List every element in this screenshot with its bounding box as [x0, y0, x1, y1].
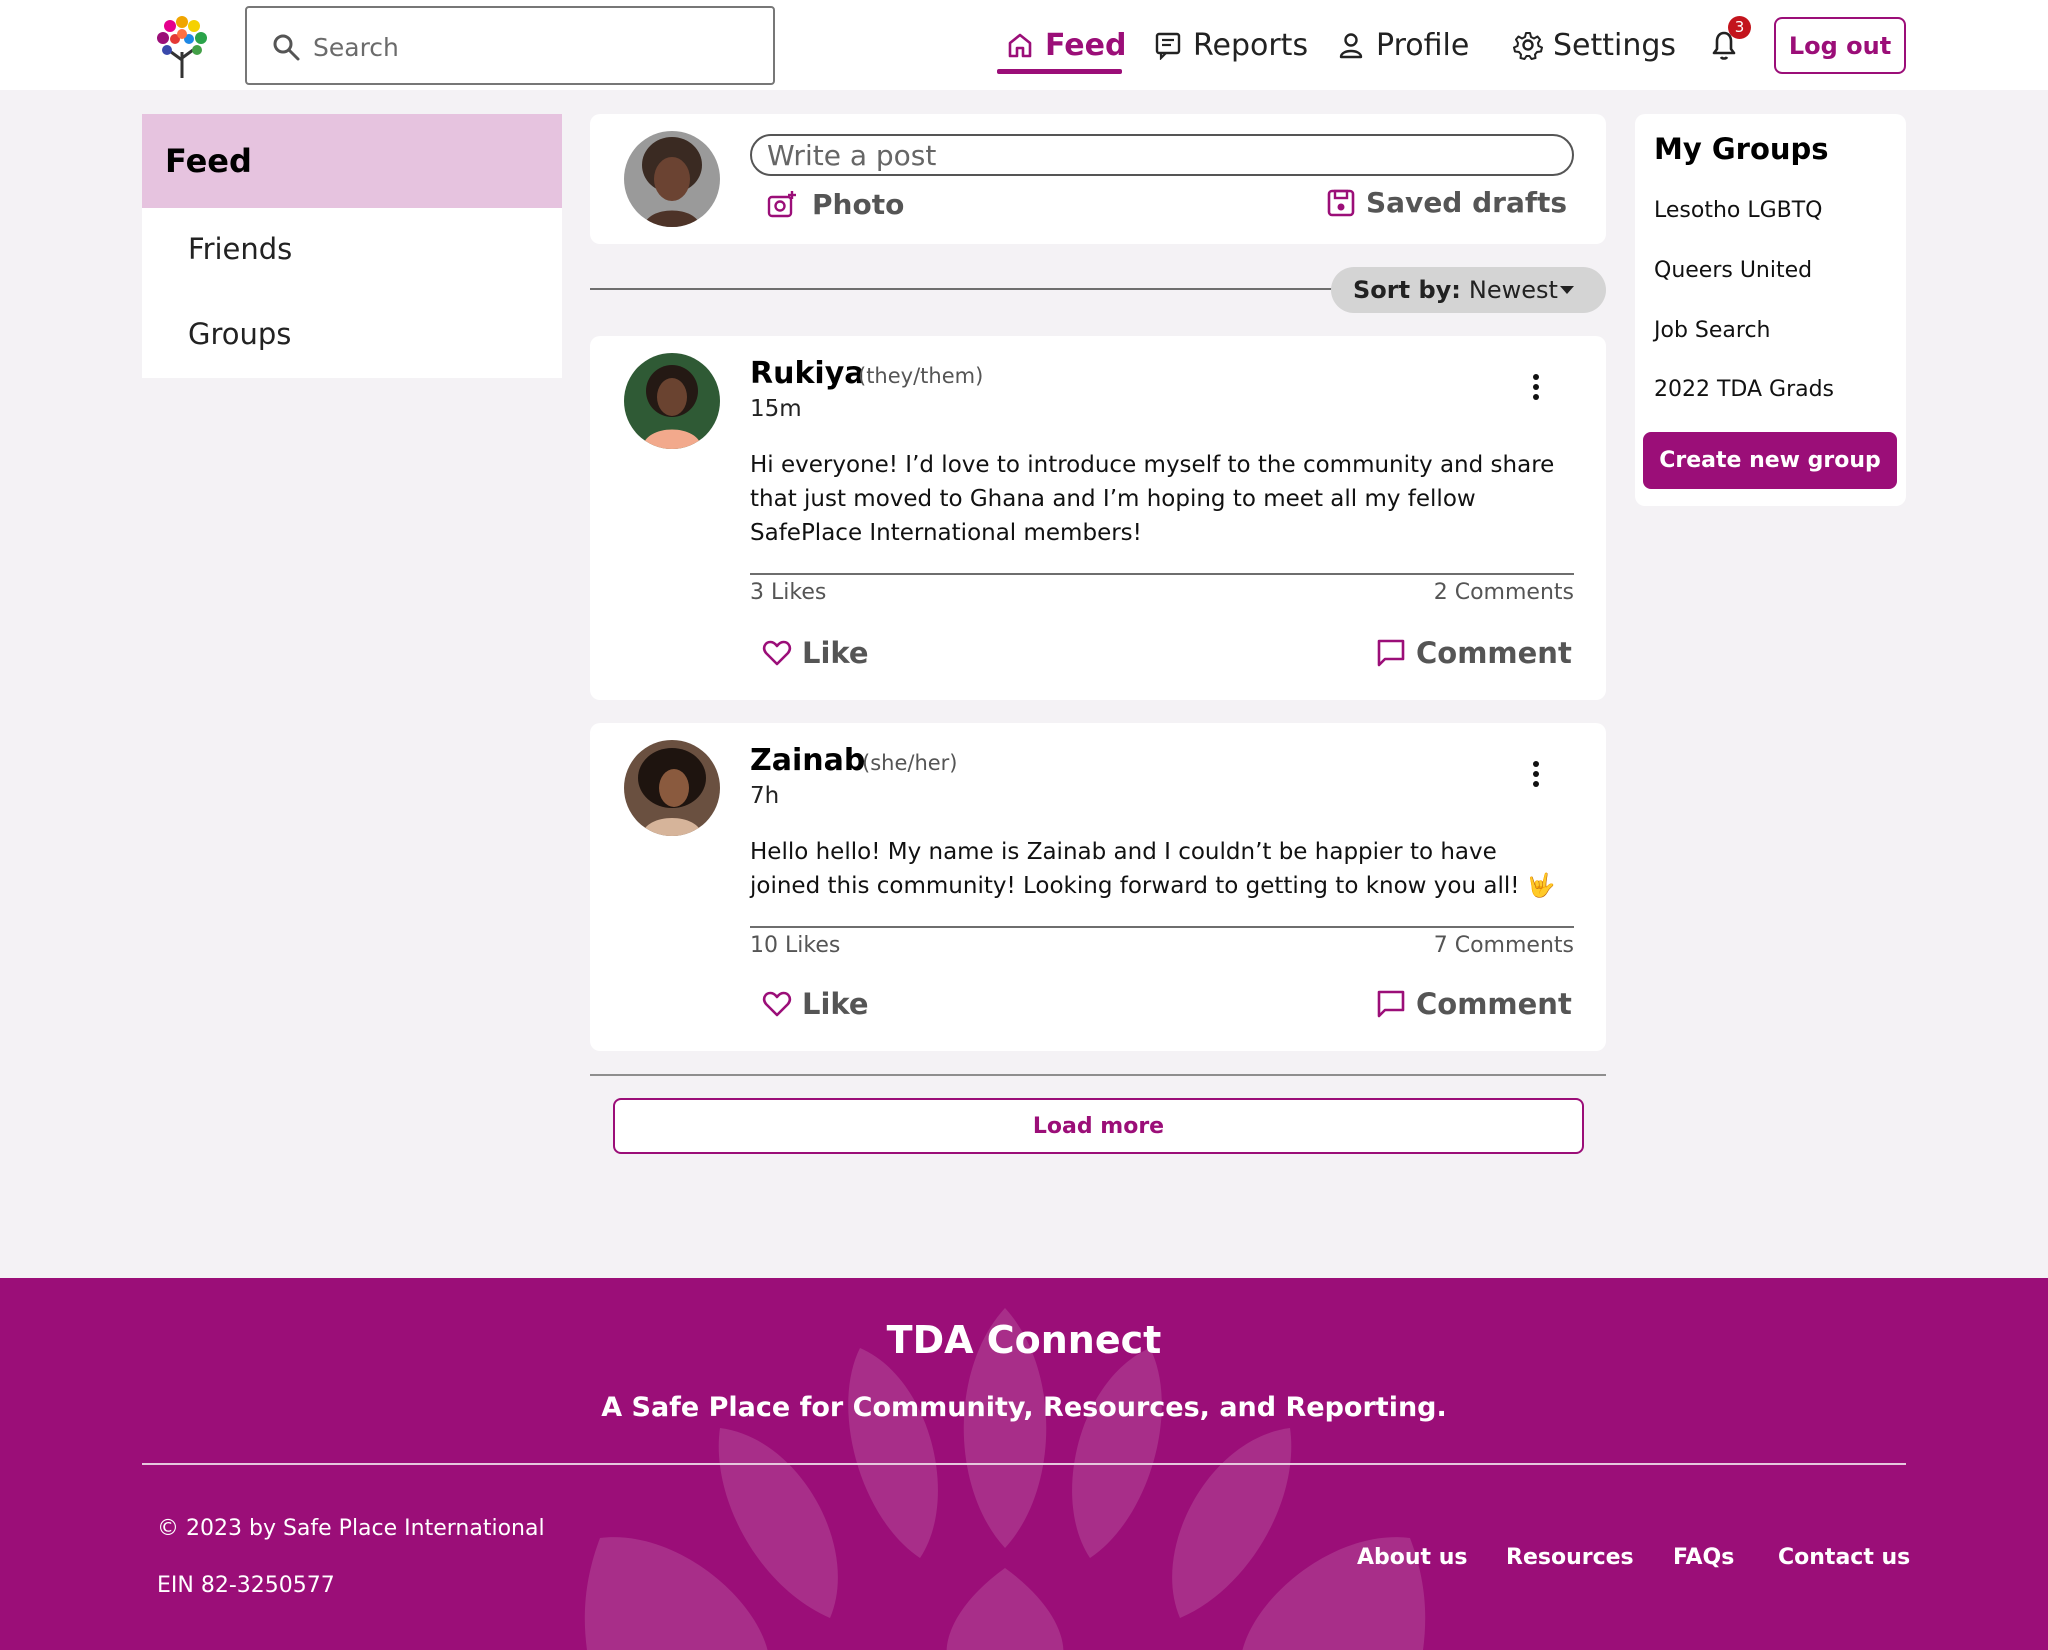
likes-count[interactable]: 3 Likes: [750, 580, 826, 605]
nav-feed-label: Feed: [1045, 27, 1127, 63]
avatar[interactable]: [624, 353, 720, 449]
heart-icon: [762, 991, 792, 1017]
divider: [750, 573, 1574, 575]
notification-badge: 3: [1728, 16, 1751, 39]
post-body: Hi everyone! I’d love to introduce mysel…: [750, 452, 1555, 546]
comments-count[interactable]: 2 Comments: [1434, 580, 1574, 605]
my-groups-title: My Groups: [1654, 132, 1829, 166]
divider: [750, 926, 1574, 928]
add-photo-button[interactable]: Photo: [766, 188, 904, 221]
heart-icon: [762, 640, 792, 666]
caret-down-icon: [1560, 286, 1574, 294]
post-author-pronouns: (she/her): [862, 751, 958, 775]
nav-profile-label: Profile: [1376, 27, 1470, 63]
person-icon: [1339, 33, 1363, 59]
post-timestamp: 7h: [750, 783, 780, 809]
avatar[interactable]: [624, 131, 720, 227]
divider: [142, 1463, 1906, 1465]
footer-copyright: © 2023 by Safe Place International: [157, 1516, 545, 1541]
nav-profile[interactable]: Profile: [1336, 22, 1469, 68]
post-timestamp: 15m: [750, 396, 802, 422]
reports-icon: [1155, 32, 1181, 60]
sidebar-item-groups[interactable]: Groups: [188, 317, 291, 351]
footer-title: TDA Connect: [886, 1318, 1162, 1362]
gear-icon: [1513, 32, 1543, 60]
sidebar-item-feed[interactable]: Feed: [142, 114, 562, 208]
avatar[interactable]: [624, 740, 720, 836]
comment-label: Comment: [1416, 636, 1572, 670]
more-vertical-icon[interactable]: [1532, 374, 1540, 400]
add-photo-icon: [767, 190, 796, 217]
save-icon: [1327, 189, 1355, 216]
comment-button[interactable]: Comment: [1376, 987, 1572, 1021]
nav-feed[interactable]: Feed: [1005, 22, 1126, 68]
nav-settings[interactable]: Settings: [1513, 22, 1676, 68]
post-author-pronouns: (they/them): [858, 364, 984, 388]
like-button[interactable]: Like: [762, 987, 869, 1021]
comment-icon: [1377, 990, 1405, 1018]
saved-drafts-label: Saved drafts: [1366, 186, 1568, 219]
like-label: Like: [802, 636, 869, 670]
search-icon: [273, 34, 300, 61]
divider: [590, 288, 1335, 290]
comments-count[interactable]: 7 Comments: [1434, 933, 1574, 958]
write-post-input[interactable]: [750, 134, 1574, 176]
post-author-name[interactable]: Rukiya: [750, 356, 865, 391]
post-composer: Photo Saved drafts: [590, 114, 1606, 244]
footer-link-contact[interactable]: Contact us: [1778, 1545, 1910, 1570]
search-box[interactable]: [245, 6, 775, 85]
comment-icon: [1377, 639, 1405, 667]
load-more-button[interactable]: Load more: [613, 1098, 1584, 1154]
group-link[interactable]: Lesotho LGBTQ: [1654, 198, 1823, 223]
create-group-button[interactable]: Create new group: [1643, 432, 1897, 489]
footer-link-about[interactable]: About us: [1357, 1545, 1467, 1570]
sidebar-item-friends[interactable]: Friends: [188, 232, 292, 266]
divider: [590, 1074, 1606, 1076]
comment-button[interactable]: Comment: [1376, 636, 1572, 670]
group-link[interactable]: Job Search: [1654, 318, 1771, 343]
footer: TDA Connect A Safe Place for Community, …: [0, 1278, 2048, 1650]
add-photo-label: Photo: [812, 188, 905, 221]
nav-reports[interactable]: Reports: [1153, 22, 1308, 68]
post-author-name[interactable]: Zainab: [750, 743, 865, 778]
logout-button[interactable]: Log out: [1774, 17, 1906, 74]
saved-drafts-button[interactable]: Saved drafts: [1326, 186, 1567, 219]
post-body: Hello hello! My name is Zainab and I cou…: [750, 839, 1556, 899]
sort-label: Sort by:: [1353, 276, 1461, 304]
home-icon: [1008, 33, 1032, 58]
more-vertical-icon[interactable]: [1532, 761, 1540, 787]
sidebar-item-label: Feed: [165, 142, 252, 180]
post-card: Rukiya (they/them) 15m Hi everyone! I’d …: [590, 336, 1606, 700]
footer-link-resources[interactable]: Resources: [1506, 1545, 1634, 1570]
top-header: Feed Reports Profile Settings 3 Log out: [0, 0, 2048, 90]
left-sidebar: Feed Friends Groups: [142, 114, 562, 378]
like-button[interactable]: Like: [762, 636, 869, 670]
sort-dropdown[interactable]: Sort by: Newest: [1331, 267, 1606, 313]
group-link[interactable]: Queers United: [1654, 258, 1812, 283]
group-link[interactable]: 2022 TDA Grads: [1654, 377, 1834, 402]
tree-logo-icon[interactable]: [153, 12, 211, 78]
footer-link-faqs[interactable]: FAQs: [1673, 1545, 1734, 1570]
like-label: Like: [802, 987, 869, 1021]
active-nav-indicator: [997, 69, 1122, 74]
footer-subtitle: A Safe Place for Community, Resources, a…: [601, 1392, 1447, 1423]
likes-count[interactable]: 10 Likes: [750, 933, 840, 958]
footer-ein: EIN 82-3250577: [157, 1573, 335, 1598]
search-input[interactable]: [313, 28, 743, 66]
nav-reports-label: Reports: [1193, 27, 1309, 63]
my-groups-panel: My Groups Lesotho LGBTQ Queers United Jo…: [1635, 114, 1906, 506]
nav-settings-label: Settings: [1553, 27, 1677, 63]
post-card: Zainab (she/her) 7h Hello hello! My name…: [590, 723, 1606, 1051]
sort-value: Newest: [1468, 276, 1558, 304]
comment-label: Comment: [1416, 987, 1572, 1021]
